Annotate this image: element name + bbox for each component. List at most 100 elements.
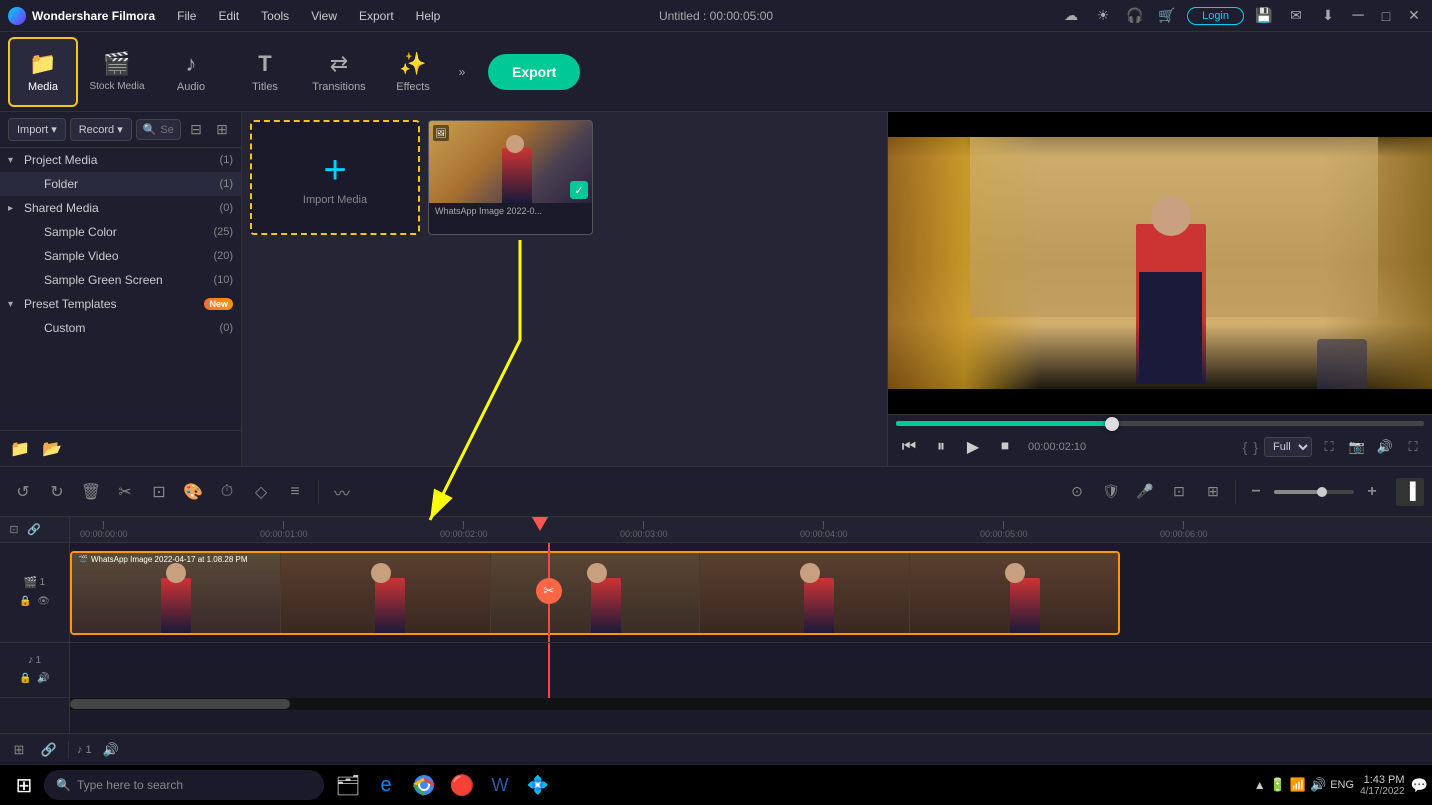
timeline-scrollbar[interactable] — [70, 698, 1432, 710]
play-btn[interactable]: ▶ — [960, 434, 986, 460]
audio-adjust-btn[interactable]: ≡ — [280, 477, 310, 507]
time-display: 00:00:02:10 — [1028, 441, 1086, 453]
custom-item[interactable]: Custom (0) — [0, 316, 241, 340]
menu-tools[interactable]: Tools — [251, 5, 299, 27]
keyframe-btn[interactable]: ◇ — [246, 477, 276, 507]
menu-help[interactable]: Help — [406, 5, 451, 27]
taskbar-explorer[interactable]: 🗂 — [330, 767, 366, 803]
waveform-btn[interactable]: 〰 — [327, 477, 357, 507]
quality-select[interactable]: Full1/21/4 — [1264, 437, 1312, 457]
filter-icon[interactable]: ⊟ — [185, 119, 207, 141]
speaker-icon[interactable]: 🔊 — [1374, 436, 1396, 458]
delete-btn[interactable]: 🗑 — [76, 477, 106, 507]
progress-bar-container[interactable] — [896, 421, 1424, 426]
menu-file[interactable]: File — [167, 5, 206, 27]
shared-media-item[interactable]: ▸ Shared Media (0) — [0, 196, 241, 220]
whatsapp-clip[interactable]: 🖼 ✓ WhatsApp Image 2022-0... — [428, 120, 593, 235]
taskbar-network[interactable]: 📶 — [1290, 777, 1306, 793]
taskbar-edge[interactable]: e — [368, 767, 404, 803]
taskbar-volume[interactable]: 🔊 — [1310, 777, 1326, 793]
crop-btn[interactable]: ⊡ — [144, 477, 174, 507]
audio-mute-track-btn[interactable]: 🔊 — [100, 739, 122, 761]
zoom-out-btn[interactable]: − — [1244, 480, 1268, 504]
import-button[interactable]: Import ▾ — [8, 118, 66, 141]
import-media-placeholder[interactable]: + Import Media — [250, 120, 420, 235]
timeline-mic-btn[interactable]: 🎤 — [1131, 478, 1159, 506]
mail-icon[interactable]: ✉ — [1284, 4, 1308, 28]
cart-icon[interactable]: 🛒 — [1155, 4, 1179, 28]
prev-frame-btn[interactable]: ⏮ — [896, 434, 922, 460]
titles-tool-btn[interactable]: T Titles — [230, 37, 300, 107]
download-icon[interactable]: ⬇ — [1316, 4, 1340, 28]
transitions-tool-btn[interactable]: ⇄ Transitions — [304, 37, 374, 107]
menu-edit[interactable]: Edit — [208, 5, 249, 27]
media-tool-btn[interactable]: 📁 Media — [8, 37, 78, 107]
headphone-icon[interactable]: 🎧 — [1123, 4, 1147, 28]
timeline-shield-btn[interactable]: 🛡 — [1097, 478, 1125, 506]
add-folder-btn[interactable]: 📂 — [40, 437, 64, 461]
sun-icon[interactable]: ☀ — [1091, 4, 1115, 28]
taskbar-word[interactable]: W — [482, 767, 518, 803]
step-back-btn[interactable]: ⏸ — [928, 434, 954, 460]
undo-btn[interactable]: ↺ — [8, 477, 38, 507]
snap-btn[interactable]: ⊡ — [4, 520, 24, 540]
media-grid: + Import Media 🖼 ✓ WhatsApp Image 2022-0… — [242, 112, 887, 466]
cloud-icon[interactable]: ☁ — [1059, 4, 1083, 28]
notification-icon[interactable]: 💬 — [1411, 777, 1428, 794]
sample-color-item[interactable]: Sample Color (25) — [0, 220, 241, 244]
audio-mute-btn[interactable]: 🔊 — [36, 670, 52, 686]
expand-toolbar-btn[interactable]: » — [452, 47, 472, 97]
video-eye-btn[interactable]: 👁 — [36, 593, 52, 609]
link-btn[interactable]: 🔗 — [24, 520, 44, 540]
taskbar-chrome[interactable] — [406, 767, 442, 803]
zoom-slider[interactable] — [1274, 490, 1354, 494]
close-button[interactable]: ✕ — [1404, 6, 1424, 26]
grid-view-icon[interactable]: ⊞ — [211, 119, 233, 141]
menu-view[interactable]: View — [301, 5, 347, 27]
folder-item[interactable]: Folder (1) — [0, 172, 241, 196]
timeline-split-btn[interactable]: ⊞ — [1199, 478, 1227, 506]
cut-btn[interactable]: ✂ — [110, 477, 140, 507]
audio-tool-btn[interactable]: ♪ Audio — [156, 37, 226, 107]
video-lock-btn[interactable]: 🔒 — [18, 593, 34, 609]
speed-btn[interactable]: ⏱ — [212, 477, 242, 507]
save-icon[interactable]: 💾 — [1252, 4, 1276, 28]
taskbar-edge2[interactable]: 🔴 — [444, 767, 480, 803]
sample-green-screen-item[interactable]: Sample Green Screen (10) — [0, 268, 241, 292]
timeline-effects-btn[interactable]: ⊙ — [1063, 478, 1091, 506]
color-btn[interactable]: 🎨 — [178, 477, 208, 507]
taskbar-battery[interactable]: 🔋 — [1270, 777, 1286, 793]
maximize-button[interactable]: □ — [1376, 6, 1396, 26]
shared-media-label: Shared Media — [24, 201, 220, 215]
video-clip[interactable]: 🎬 WhatsApp Image 2022-04-17 at 1.08.28 P… — [70, 551, 1120, 635]
minimize-button[interactable]: ─ — [1348, 6, 1368, 26]
redo-btn[interactable]: ↻ — [42, 477, 72, 507]
track-add-video-btn[interactable]: ⊞ — [8, 739, 30, 761]
audio-lock-btn[interactable]: 🔒 — [18, 670, 34, 686]
taskbar-search[interactable]: 🔍 Type here to search — [44, 770, 324, 800]
stock-media-tool-btn[interactable]: 🎬 Stock Media — [82, 37, 152, 107]
taskbar-up-arrow[interactable]: ▲ — [1254, 778, 1266, 792]
effects-tool-btn[interactable]: ✨ Effects — [378, 37, 448, 107]
start-button[interactable]: ⊞ — [4, 766, 44, 804]
record-button[interactable]: Record ▾ — [70, 118, 132, 141]
preset-templates-item[interactable]: ▾ Preset Templates New — [0, 292, 241, 316]
add-media-btn[interactable]: 📁 — [8, 437, 32, 461]
more-options-icon[interactable]: ⛶ — [1402, 436, 1424, 458]
video-track-label: 1 — [40, 577, 46, 588]
taskbar-app5[interactable]: 💠 — [520, 767, 556, 803]
sample-color-count: (25) — [213, 226, 233, 238]
timeline-handle[interactable]: ▐ — [1396, 478, 1424, 506]
track-link-btn[interactable]: 🔗 — [38, 739, 60, 761]
stop-btn[interactable]: ⏹ — [992, 434, 1018, 460]
timeline-pip-btn[interactable]: ⊡ — [1165, 478, 1193, 506]
project-media-item[interactable]: ▾ Project Media (1) — [0, 148, 241, 172]
fullscreen-icon[interactable]: ⛶ — [1318, 436, 1340, 458]
export-button[interactable]: Export — [488, 54, 580, 90]
login-button[interactable]: Login — [1187, 7, 1244, 25]
sample-video-item[interactable]: Sample Video (20) — [0, 244, 241, 268]
search-input[interactable] — [160, 124, 174, 136]
menu-export[interactable]: Export — [349, 5, 404, 27]
screenshot-icon[interactable]: 📷 — [1346, 436, 1368, 458]
zoom-in-btn[interactable]: + — [1360, 480, 1384, 504]
